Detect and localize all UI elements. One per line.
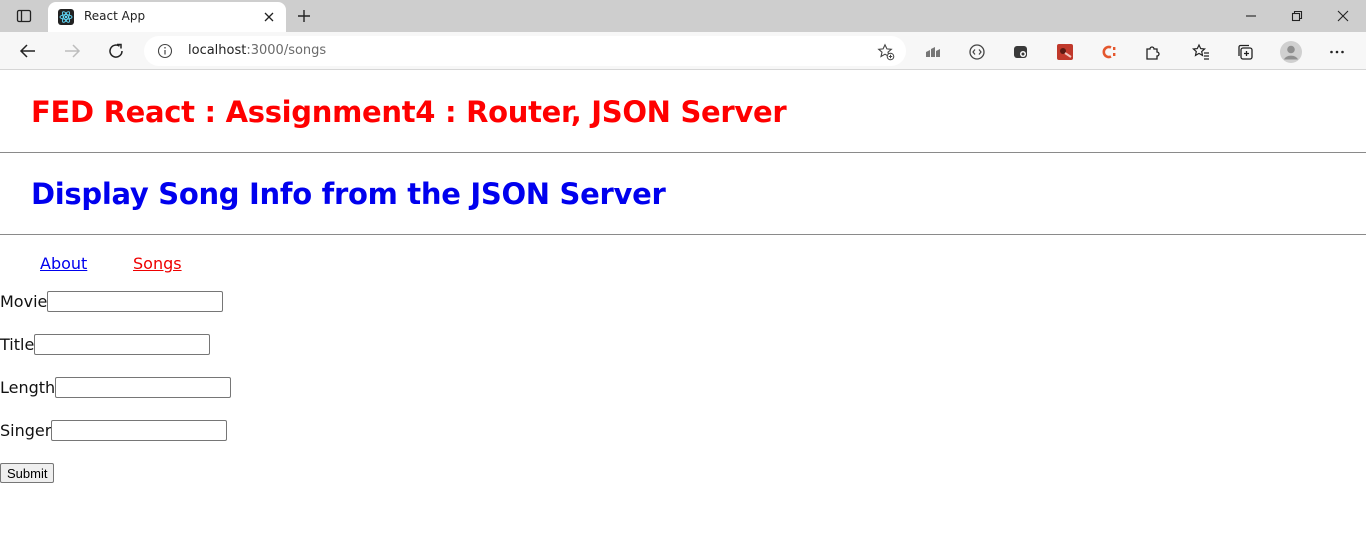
movie-label: Movie [0, 291, 48, 311]
movie-input[interactable] [47, 290, 224, 312]
tab-actions-button[interactable] [8, 4, 40, 28]
nav-link-songs[interactable]: Songs [133, 254, 182, 273]
c-extension-icon [1102, 45, 1116, 59]
profile-button[interactable] [1280, 41, 1302, 63]
new-tab-button[interactable] [292, 5, 316, 27]
collections-icon [1238, 44, 1253, 60]
extensions-button[interactable] [1142, 41, 1164, 63]
extension-button-2[interactable] [966, 41, 988, 63]
restore-button[interactable] [1274, 4, 1320, 28]
browser-toolbar: localhost:3000/songs [0, 32, 1366, 70]
singer-input[interactable] [51, 419, 228, 441]
url-path: :3000/songs [246, 43, 327, 58]
page-title: FED React : Assignment4 : Router, JSON S… [31, 95, 787, 129]
browser-tab[interactable]: React App [48, 2, 286, 32]
extension-button-1[interactable] [922, 41, 944, 63]
react-favicon [58, 9, 74, 25]
add-favorite-icon [877, 43, 895, 61]
extension-icon [1146, 46, 1160, 60]
plus-icon [298, 10, 310, 22]
favorites-icon [1192, 43, 1209, 60]
close-icon [264, 12, 274, 22]
add-favorite-button[interactable] [876, 42, 896, 62]
sidebar-icon [16, 9, 32, 23]
page-subtitle: Display Song Info from the JSON Server [31, 177, 666, 211]
movie-row: Movie [0, 290, 224, 312]
divider-bottom [0, 234, 1366, 235]
title-row: Title [0, 333, 211, 355]
tab-strip: React App [0, 0, 1366, 32]
submit-button[interactable]: Submit [0, 463, 55, 483]
puzzle-dark-extension-icon [1014, 46, 1027, 58]
code-extension-icon [969, 44, 985, 60]
length-row: Length [0, 376, 232, 398]
forward-icon [65, 44, 81, 58]
red-extension-icon [1057, 44, 1073, 60]
url-text[interactable]: localhost:3000/songs [188, 43, 326, 58]
close-tab-button[interactable] [260, 8, 278, 26]
length-input[interactable] [55, 376, 232, 398]
more-icon [1330, 50, 1344, 54]
info-icon[interactable] [156, 42, 174, 60]
address-bar[interactable]: localhost:3000/songs [144, 36, 906, 66]
extension-button-5[interactable] [1098, 41, 1120, 63]
window-close-icon [1337, 10, 1349, 22]
title-label: Title [0, 334, 35, 354]
profile-icon [1280, 41, 1302, 63]
minimize-icon [1246, 15, 1256, 17]
window-close-button[interactable] [1320, 4, 1366, 28]
singer-row: Singer [0, 419, 228, 441]
back-button[interactable] [14, 37, 42, 65]
chart-extension-icon [926, 47, 940, 57]
favorites-button[interactable] [1190, 41, 1212, 63]
divider-top [0, 152, 1366, 153]
reload-button[interactable] [102, 37, 130, 65]
more-button[interactable] [1326, 41, 1348, 63]
collections-button[interactable] [1234, 41, 1256, 63]
length-label: Length [0, 377, 56, 397]
url-host: localhost [188, 43, 247, 58]
extension-button-4[interactable] [1054, 41, 1076, 63]
reload-icon [109, 43, 123, 58]
tab-title: React App [84, 9, 146, 23]
extension-button-3[interactable] [1010, 41, 1032, 63]
minimize-button[interactable] [1228, 4, 1274, 28]
nav-link-about[interactable]: About [40, 254, 87, 273]
back-icon [19, 44, 35, 58]
page-content: FED React : Assignment4 : Router, JSON S… [0, 71, 1366, 545]
singer-label: Singer [0, 420, 52, 440]
title-input[interactable] [34, 333, 211, 355]
forward-button[interactable] [58, 37, 86, 65]
restore-icon [1291, 10, 1303, 22]
